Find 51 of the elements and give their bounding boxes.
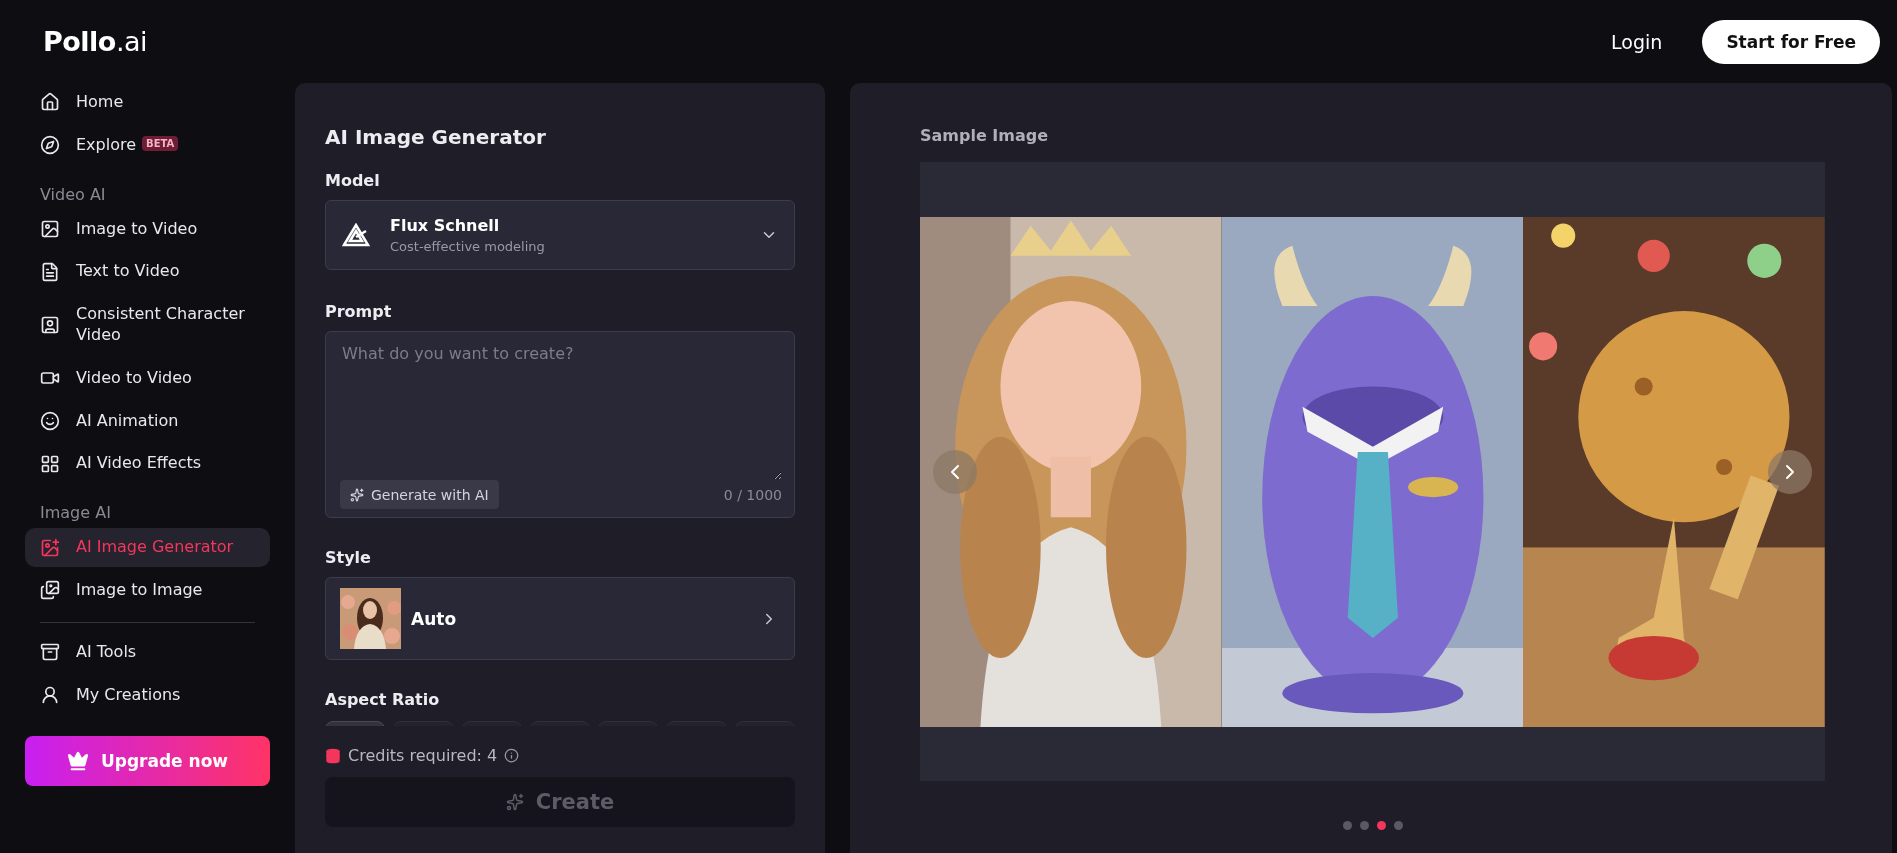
model-dropdown[interactable]: Flux Schnell Cost-effective modeling: [325, 200, 795, 270]
sidebar-item[interactable]: Video to Video: [25, 358, 270, 398]
document-icon: [40, 261, 60, 282]
generate-with-ai-button[interactable]: Generate with AI: [340, 480, 499, 509]
user-icon: [40, 684, 60, 705]
sidebar-item[interactable]: Consistent Character Video: [25, 295, 270, 355]
smiley-icon: [40, 410, 60, 431]
login-link[interactable]: Login: [1611, 30, 1663, 53]
home-icon: [40, 92, 60, 113]
prompt-field[interactable]: What do you want to create? Generate with AI 0 / 1000: [325, 331, 795, 518]
sparkle-icon: [505, 793, 524, 811]
sidebar-item[interactable]: AI Tools: [25, 632, 270, 672]
coins-icon: [325, 747, 341, 764]
carousel-dot[interactable]: [1359, 821, 1369, 830]
style-selector[interactable]: Auto: [325, 577, 795, 660]
credits-text: Credits required: 4: [348, 746, 498, 765]
field-label: Prompt: [325, 302, 393, 321]
logo[interactable]: Pollo.ai: [43, 26, 148, 57]
sidebar-item[interactable]: Home: [25, 83, 270, 122]
section-title: Image AI: [39, 502, 112, 525]
sidebar-item[interactable]: AI Video Effects: [25, 444, 270, 484]
sidebar-item[interactable]: AI Animation: [25, 401, 270, 441]
sidebar-item[interactable]: Text to Video: [25, 252, 270, 292]
sidebar-item[interactable]: Image to Image: [25, 570, 270, 610]
crown-icon: [66, 750, 89, 773]
section-title: Video AI: [39, 183, 107, 206]
image-icon: [40, 219, 60, 239]
info-icon[interactable]: [504, 748, 520, 763]
beta-badge: BETA: [142, 135, 179, 151]
field-label: Model: [325, 171, 381, 190]
user-square-icon: [40, 315, 60, 335]
images-icon: [40, 580, 60, 601]
sparkle-icon: [350, 487, 364, 502]
image-plus-icon: [40, 537, 60, 558]
upgrade-button[interactable]: Upgrade now: [25, 736, 270, 787]
carousel-dot[interactable]: [1376, 821, 1386, 830]
section-title: Sample Image: [920, 126, 1050, 145]
carousel-dot[interactable]: [1393, 821, 1403, 830]
sidebar-item[interactable]: Explore BETA: [25, 125, 270, 165]
sidebar-item[interactable]: AI Image Generator: [25, 528, 270, 567]
field-label: Aspect Ratio: [325, 690, 441, 709]
grid-icon: [40, 453, 60, 474]
sidebar-item[interactable]: My Creations: [25, 675, 270, 715]
sidebar-item[interactable]: Image to Video: [25, 209, 270, 249]
panel-title: AI Image Generator: [325, 125, 547, 149]
archive-icon: [40, 642, 60, 663]
compass-icon: [40, 135, 60, 156]
field-label: Style: [325, 548, 372, 567]
start-button[interactable]: Start for Free: [1702, 19, 1880, 64]
carousel-dot[interactable]: [1342, 821, 1352, 830]
character-counter: 0 / 1000: [723, 486, 782, 503]
